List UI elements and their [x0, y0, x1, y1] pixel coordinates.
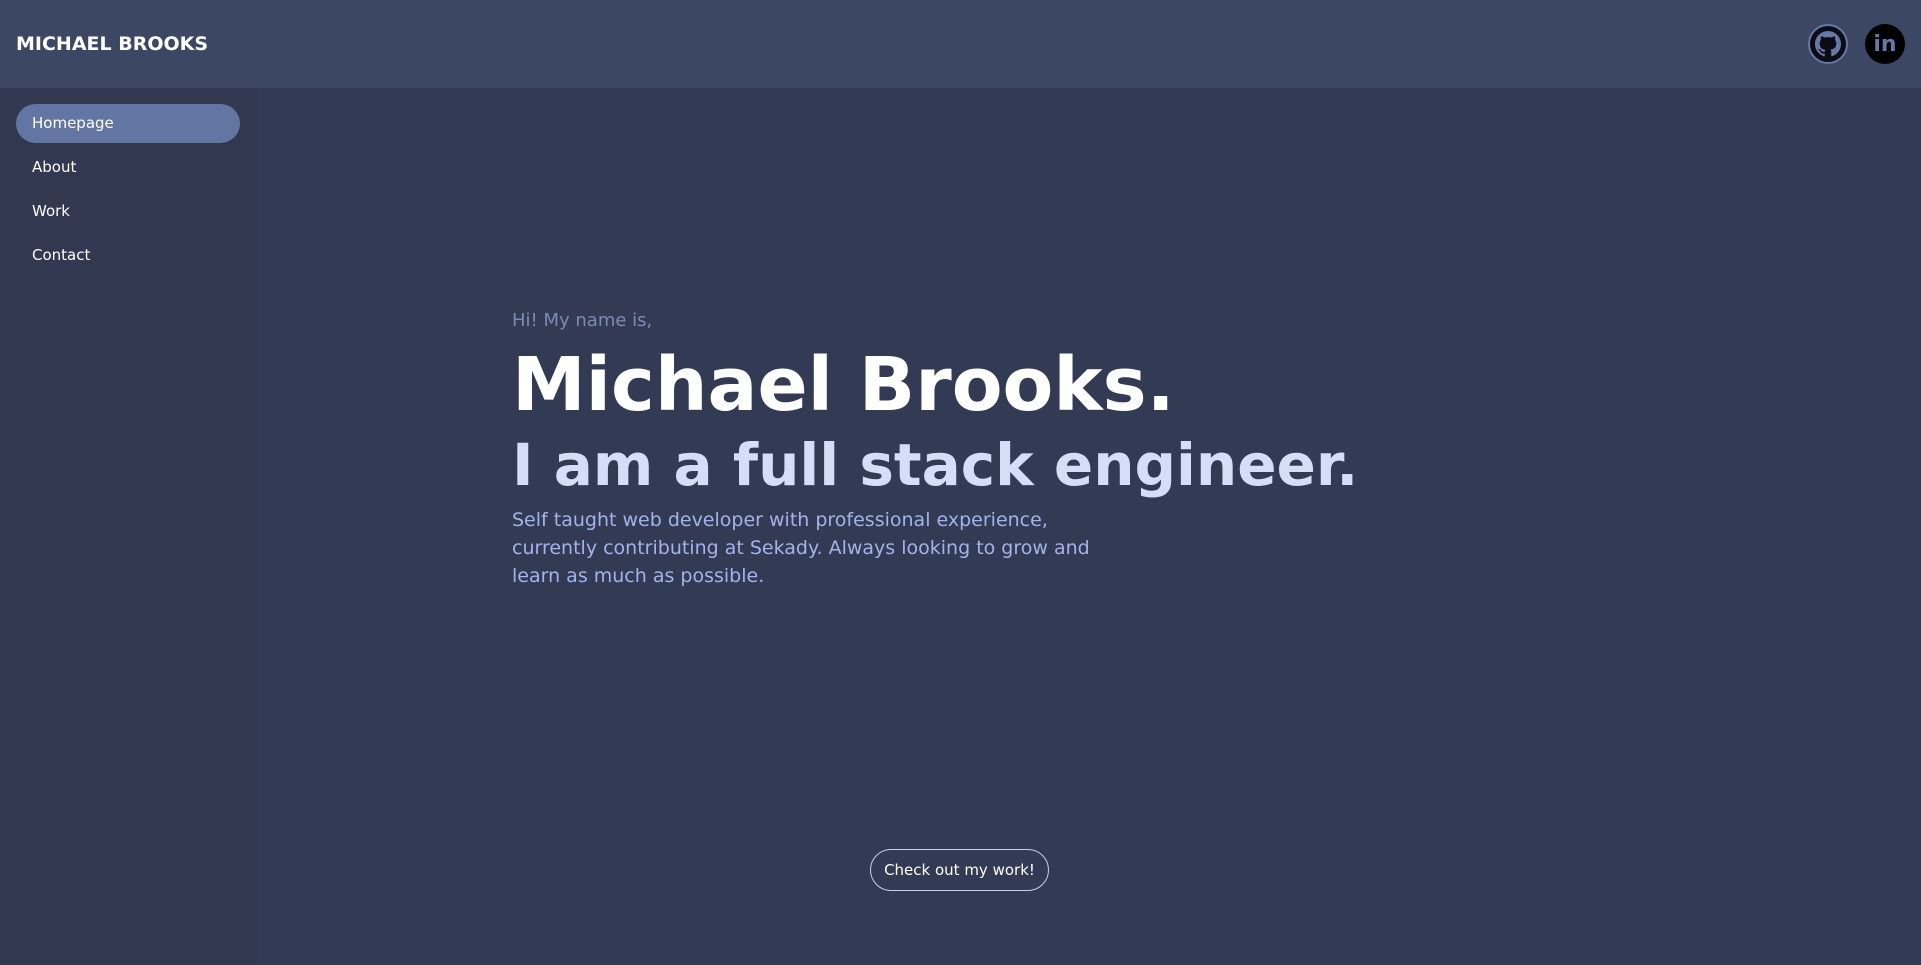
sidebar-item-contact[interactable]: Contact — [16, 236, 241, 275]
sidebar-item-homepage[interactable]: Homepage — [16, 104, 240, 143]
hero-role: I am a full stack engineer. — [512, 431, 1359, 500]
github-icon[interactable] — [1808, 24, 1848, 64]
sidebar-item-about[interactable]: About — [16, 148, 241, 187]
linkedin-glyph: in — [1873, 31, 1897, 57]
social-links: in — [1808, 24, 1905, 64]
brand-title: MICHAEL BROOKS — [16, 33, 209, 55]
sidebar-item-work[interactable]: Work — [16, 192, 241, 231]
top-header: MICHAEL BROOKS in — [0, 0, 1921, 88]
hero-section: Hi! My name is, Michael Brooks. I am a f… — [512, 310, 1358, 590]
hero-name: Michael Brooks. — [512, 342, 1175, 428]
hero-description: Self taught web developer with professio… — [512, 509, 1090, 588]
linkedin-icon[interactable]: in — [1865, 24, 1905, 64]
sidebar: Homepage About Work Contact — [0, 88, 257, 965]
greeting: Hi! My name is, — [512, 310, 653, 331]
check-work-button[interactable]: Check out my work! — [870, 849, 1049, 891]
